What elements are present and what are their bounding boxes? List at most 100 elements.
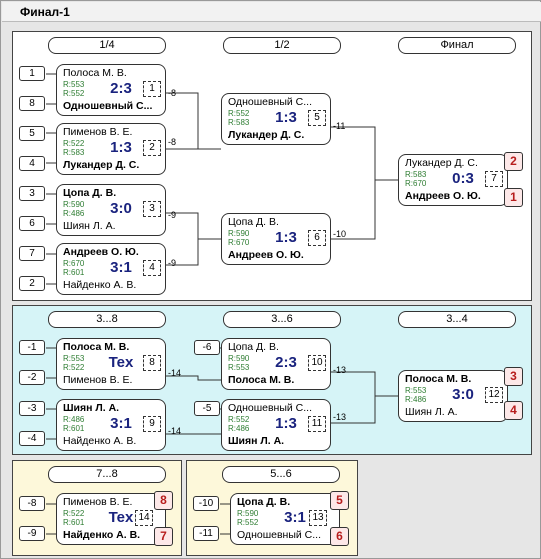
seed-box: 7 bbox=[19, 246, 45, 261]
seed-box: -2 bbox=[19, 370, 45, 385]
match-score: 2:3 bbox=[275, 354, 297, 371]
seed-box: 3 bbox=[19, 186, 45, 201]
match-card[interactable]: Полоса М. В. R:553 R:552 2:3 1 Одношевны… bbox=[56, 64, 166, 116]
seed-box: 1 bbox=[19, 66, 45, 81]
seed-box: 6 bbox=[19, 216, 45, 231]
rating: R:590 bbox=[228, 354, 250, 363]
seed-box: -3 bbox=[19, 401, 45, 416]
loser-destination: -9 bbox=[168, 210, 177, 220]
rating: R:583 bbox=[228, 118, 250, 127]
player-bottom: Шиян Л. А. bbox=[228, 435, 285, 447]
match-score: 3:1 bbox=[110, 415, 132, 432]
seed-box: 2 bbox=[19, 276, 45, 291]
match-card[interactable]: Одношевный С... R:552 R:583 1:3 5 Луканд… bbox=[221, 93, 331, 145]
player-top: Лукандер Д. С. bbox=[405, 157, 478, 169]
seed-box: -8 bbox=[19, 496, 45, 511]
rating: R:670 bbox=[228, 238, 250, 247]
header-places-3-8: 3...8 bbox=[48, 311, 166, 328]
rating: R:522 bbox=[63, 509, 85, 518]
loser-destination: -13 bbox=[333, 412, 347, 422]
match-card[interactable]: Цопа Д. В. R:590 R:670 1:3 6 Андреев О. … bbox=[221, 213, 331, 265]
rating: R:522 bbox=[63, 139, 85, 148]
place-badge: 6 bbox=[330, 527, 349, 546]
player-top: Андреев О. Ю. bbox=[63, 246, 139, 258]
match-number: 6 bbox=[308, 230, 326, 246]
match-number: 5 bbox=[308, 110, 326, 126]
consolation-bracket-panel: 3...8 3...6 3...4 -1 -2 -3 -4 -6 -5 Поло… bbox=[12, 305, 532, 455]
rating: R:670 bbox=[405, 179, 427, 188]
match-number: 7 bbox=[485, 171, 503, 187]
player-bottom: Лукандер Д. С. bbox=[228, 129, 305, 141]
loser-destination: -9 bbox=[168, 258, 177, 268]
seed-box: 4 bbox=[19, 156, 45, 171]
place-badge: 7 bbox=[154, 527, 173, 546]
match-number: 10 bbox=[308, 355, 326, 371]
player-bottom: Шиян Л. А. bbox=[405, 406, 458, 418]
match-number: 3 bbox=[143, 201, 161, 217]
match-card[interactable]: Пименов В. Е. R:522 R:583 1:3 2 Лукандер… bbox=[56, 123, 166, 175]
rating: R:583 bbox=[63, 148, 85, 157]
match-card[interactable]: Цопа Д. В. R:590 R:552 3:1 13 Одношевный… bbox=[230, 493, 340, 545]
match-card[interactable]: Цопа Д. В. R:590 R:486 3:0 3 Шиян Л. А. bbox=[56, 184, 166, 236]
match-card[interactable]: Цопа Д. В. R:590 R:553 2:3 10 Полоса М. … bbox=[221, 338, 331, 390]
rating: R:553 bbox=[63, 354, 85, 363]
player-top: Пименов В. Е. bbox=[63, 126, 133, 138]
match-card[interactable]: Полоса М. В. R:553 R:486 3:0 12 Шиян Л. … bbox=[398, 370, 508, 422]
loser-destination: -10 bbox=[333, 229, 347, 239]
rating: R:553 bbox=[228, 363, 250, 372]
seed-box: -5 bbox=[194, 401, 220, 416]
match-score: 2:3 bbox=[110, 80, 132, 97]
place-badge: 2 bbox=[504, 152, 523, 171]
match-card[interactable]: Полоса М. В. R:553 R:522 Tex 8 Пименов В… bbox=[56, 338, 166, 390]
match-score: 3:0 bbox=[110, 200, 132, 217]
match-score: Tex bbox=[108, 354, 134, 371]
player-top: Шиян Л. А. bbox=[63, 402, 120, 414]
match-card[interactable]: Одношевный С... R:552 R:486 1:3 11 Шиян … bbox=[221, 399, 331, 451]
rating: R:583 bbox=[405, 170, 427, 179]
loser-destination: -8 bbox=[168, 88, 177, 98]
seed-box: -11 bbox=[193, 526, 219, 541]
match-score: 1:3 bbox=[110, 139, 132, 156]
rating: R:553 bbox=[63, 80, 85, 89]
main-bracket-panel: 1/4 1/2 Финал 1 8 5 4 3 6 7 2 Полоса М. … bbox=[12, 31, 532, 301]
rating: R:553 bbox=[405, 386, 427, 395]
header-places-3-6: 3...6 bbox=[223, 311, 341, 328]
player-top: Пименов В. Е. bbox=[63, 496, 133, 508]
match-score: 1:3 bbox=[275, 229, 297, 246]
match-number: 11 bbox=[308, 416, 326, 432]
loser-destination: -14 bbox=[168, 368, 182, 378]
rating: R:601 bbox=[63, 268, 85, 277]
rating: R:590 bbox=[63, 200, 85, 209]
match-number: 1 bbox=[143, 81, 161, 97]
match-score: 3:1 bbox=[110, 259, 132, 276]
match-score: 3:0 bbox=[452, 386, 474, 403]
rating: R:552 bbox=[63, 89, 85, 98]
seed-box: 8 bbox=[19, 96, 45, 111]
player-bottom: Одношевный С... bbox=[237, 529, 322, 541]
match-score: 1:3 bbox=[275, 415, 297, 432]
header-quarterfinal: 1/4 bbox=[48, 37, 166, 54]
player-bottom: Найденко А. В. bbox=[63, 529, 141, 541]
match-number: 9 bbox=[143, 416, 161, 432]
bracket-window: Финал-1 1/4 1/2 Финал 1 8 5 4 3 6 7 2 По… bbox=[0, 0, 541, 559]
loser-destination: -8 bbox=[168, 137, 177, 147]
player-bottom: Шиян Л. А. bbox=[63, 220, 116, 232]
loser-destination: -14 bbox=[168, 426, 182, 436]
places-7-8-panel: 7...8 -8 -9 Пименов В. Е. R:522 R:601 Te… bbox=[12, 460, 182, 556]
match-card[interactable]: Шиян Л. А. R:486 R:601 3:1 9 Найденко А.… bbox=[56, 399, 166, 451]
place-badge: 5 bbox=[330, 491, 349, 510]
player-bottom: Полоса М. В. bbox=[228, 374, 295, 386]
seed-box: -9 bbox=[19, 526, 45, 541]
match-number: 8 bbox=[143, 355, 161, 371]
player-bottom: Лукандер Д. С. bbox=[63, 159, 140, 171]
match-card[interactable]: Пименов В. Е. R:522 R:601 Tex 14 Найденк… bbox=[56, 493, 166, 545]
header-places-7-8: 7...8 bbox=[48, 466, 166, 483]
header-semifinal: 1/2 bbox=[223, 37, 341, 54]
rating: R:670 bbox=[63, 259, 85, 268]
match-card[interactable]: Лукандер Д. С. R:583 R:670 0:3 7 Андреев… bbox=[398, 154, 508, 206]
match-card[interactable]: Андреев О. Ю. R:670 R:601 3:1 4 Найденко… bbox=[56, 243, 166, 295]
rating: R:601 bbox=[63, 518, 85, 527]
player-top: Цопа Д. В. bbox=[228, 341, 279, 353]
loser-destination: -13 bbox=[333, 365, 347, 375]
player-bottom: Андреев О. Ю. bbox=[405, 190, 481, 202]
